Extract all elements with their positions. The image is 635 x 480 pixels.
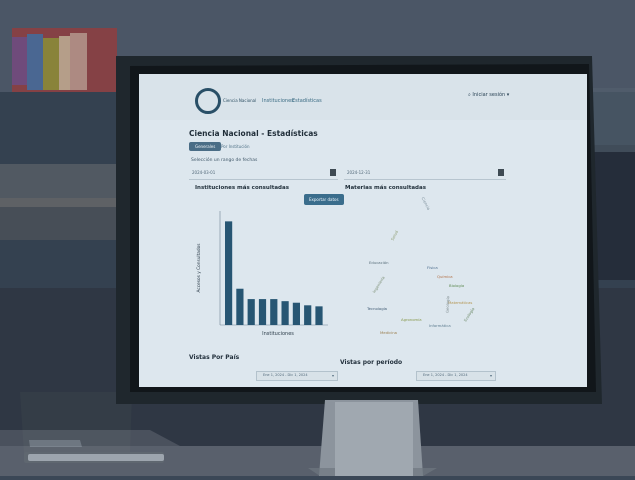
bar-4 — [258, 299, 267, 325]
word-cloud-term: Biología — [449, 283, 465, 288]
country-date-select[interactable]: Ene 1, 2024 - Dic 1, 2024 ▾ — [256, 371, 338, 381]
views-by-period-title: Vistas por período — [340, 359, 403, 366]
word-cloud-term: Matemáticas — [448, 300, 473, 305]
login-link[interactable]: ⌕ Iniciar sesión ▾ — [468, 92, 509, 98]
start-date-field[interactable]: 2024-03-01 — [189, 167, 338, 180]
end-date-field[interactable]: 2024-12-31 — [344, 167, 506, 180]
country-date-select-value: Ene 1, 2024 - Dic 1, 2024 — [263, 373, 308, 377]
chevron-down-icon: ▾ — [331, 373, 334, 378]
word-cloud-term: Informática — [429, 323, 451, 328]
word-cloud-term: Medicina — [380, 330, 397, 335]
bar-8 — [304, 305, 312, 325]
start-date-value: 2024-03-01 — [192, 170, 216, 175]
brand-name: Ciencia Nacional — [223, 98, 257, 103]
bar-9 — [315, 306, 323, 325]
calendar-icon — [330, 169, 336, 176]
period-date-select[interactable]: Ene 1, 2024 - Dic 1, 2024 ▾ — [416, 371, 496, 381]
login-label: Iniciar sesión — [472, 92, 506, 98]
period-date-select-value: Ene 1, 2024 - Dic 1, 2024 — [423, 373, 468, 377]
word-cloud-term: Física — [427, 265, 438, 270]
calendar-icon — [498, 169, 504, 176]
page-title: Ciencia Nacional - Estadísticas — [189, 129, 318, 138]
institutions-chart-title: Instituciones más consultadas — [195, 185, 289, 191]
institutions-bar-chart: Instituciones Accesos y Consultados — [196, 211, 328, 337]
subjects-word-cloud: Ciencia Salud Educación Física Química B… — [349, 196, 485, 341]
nav-link-instituciones[interactable]: Instituciones — [262, 98, 294, 104]
subjects-chart-title: Materias más consultadas — [345, 185, 426, 191]
search-icon: ⌕ — [468, 92, 471, 98]
library-background-scene: Ciencia Nacional Instituciones Estadísti… — [0, 0, 635, 476]
x-axis-label: Instituciones — [262, 331, 294, 337]
word-cloud-term: Química — [437, 274, 453, 279]
monitor-screen: Ciencia Nacional Instituciones Estadísti… — [139, 74, 587, 387]
y-axis-label: Accesos y Consultados — [196, 243, 202, 293]
word-cloud-term: Ingeniería — [371, 275, 386, 294]
word-cloud-term: Ecología — [462, 306, 476, 323]
views-by-country-title: Vistas Por País — [189, 354, 240, 361]
bar-3 — [247, 299, 255, 325]
chevron-down-icon: ▾ — [489, 373, 492, 378]
word-cloud-term: Ciencia — [420, 196, 432, 211]
nav-link-estadisticas[interactable]: Estadísticas — [292, 98, 322, 104]
word-cloud-term: Agronomía — [401, 317, 422, 322]
bar-5 — [270, 299, 278, 325]
bar-2 — [236, 288, 244, 325]
end-date-value: 2024-12-31 — [347, 170, 371, 175]
bar-1 — [225, 221, 233, 325]
word-cloud-term: Tecnología — [367, 306, 387, 311]
bar-6 — [281, 301, 289, 325]
word-cloud-term: Educación — [369, 260, 389, 265]
bar-7 — [292, 302, 300, 325]
tab-por-institucion[interactable]: Por Institución — [215, 142, 256, 151]
app-logo — [195, 88, 221, 114]
date-range-label: Selección un rango de fechas — [191, 158, 258, 163]
word-cloud-term: Geología — [444, 296, 451, 313]
word-cloud-term: Salud — [389, 229, 399, 242]
